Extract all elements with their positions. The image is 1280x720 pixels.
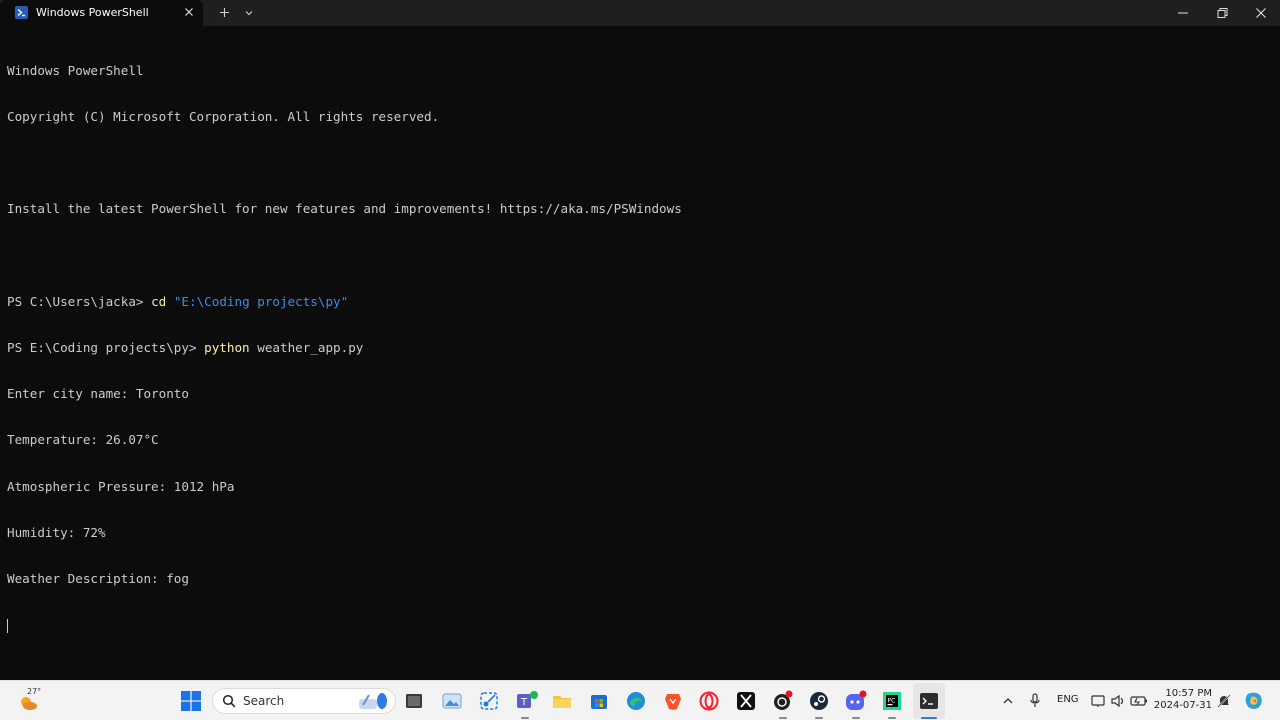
tab-title: Windows PowerShell [36,6,149,19]
edge-browser-icon[interactable] [626,691,646,711]
clock-time: 10:57 PM [1165,688,1212,699]
tab-windows-powershell[interactable]: Windows PowerShell [0,0,203,26]
network-icon[interactable] [1090,693,1106,709]
language-indicator[interactable]: ENG [1057,694,1079,705]
photos-icon[interactable] [442,691,462,711]
microsoft-store-icon[interactable] [589,691,609,711]
running-indicator [521,717,529,719]
output-line: Atmospheric Pressure: 1012 hPa [7,478,235,494]
close-window-icon[interactable] [1253,5,1269,21]
windows-start-icon[interactable] [181,691,201,711]
copilot-icon[interactable] [1243,690,1265,712]
taskbar: 27° Search T PC ENG 10:57 PM 2024-07-31 [0,680,1280,720]
terminal-taskbar-button[interactable] [913,683,945,719]
output-line: Temperature: 26.07°C [7,432,159,448]
clock[interactable]: 10:57 PM 2024-07-31 [1150,688,1212,712]
chatgpt-icon[interactable] [772,690,794,712]
pycharm-icon[interactable]: PC [882,691,902,711]
chevron-up-icon[interactable] [1002,695,1014,707]
steam-icon[interactable] [809,691,829,711]
command-argument: weather_app.py [257,340,364,356]
weather-temperature: 27° [27,687,42,696]
microphone-icon[interactable] [1028,693,1042,709]
file-explorer-icon[interactable] [552,691,572,711]
command-line-1: PS C:\Users\jacka> cd "E:\Coding project… [7,294,682,309]
terminal-app-icon [920,693,938,709]
clock-date: 2024-07-31 [1153,700,1212,711]
output-line: Weather Description: fog [7,571,189,587]
output-line: Humidity: 72% [7,524,106,540]
battery-icon[interactable] [1130,693,1148,709]
restore-icon[interactable] [1214,5,1230,21]
command-argument: "E:\Coding projects\py" [173,293,349,309]
tab-close-icon[interactable] [182,5,196,19]
prompt: PS E:\Coding projects\py> [7,340,205,356]
opera-browser-icon[interactable] [699,691,719,711]
sun-cloud-icon [21,697,37,710]
prompt: PS C:\Users\jacka> [7,293,152,309]
copyright-line: Copyright (C) Microsoft Corporation. All… [7,109,440,125]
command-line-2: PS E:\Coding projects\py> python weather… [7,340,682,355]
taskbar-search[interactable]: Search [212,688,396,714]
active-indicator [921,717,937,719]
weather-widget[interactable]: 27° [14,687,54,715]
teams-icon[interactable]: T [515,690,539,712]
chevron-down-icon[interactable] [242,6,256,20]
command-name: python [204,340,250,356]
running-indicator [888,717,896,719]
svg-text:T: T [520,697,528,708]
powershell-icon [15,6,28,19]
title-bar: Windows PowerShell [0,0,1280,26]
command-name: cd [151,293,167,309]
snipping-tool-icon[interactable] [479,691,499,711]
search-label: Search [243,694,285,708]
output-line: Enter city name: Toronto [7,386,189,402]
x-app-icon[interactable] [736,691,756,711]
search-icon [222,694,236,708]
running-indicator [815,717,823,719]
banner-title: Windows PowerShell [7,62,144,78]
task-view-icon[interactable] [404,691,424,711]
running-indicator [852,717,860,719]
discord-icon[interactable] [845,690,867,712]
running-indicator [779,717,787,719]
search-highlight-icon [359,693,387,709]
brave-browser-icon[interactable] [663,691,683,711]
minimize-icon[interactable] [1175,5,1191,21]
svg-text:PC: PC [888,698,896,705]
volume-icon[interactable] [1110,693,1126,709]
text-cursor [7,618,8,633]
input-line[interactable] [7,617,682,633]
notification-bell-icon[interactable] [1216,693,1232,709]
install-message: Install the latest PowerShell for new fe… [7,201,682,217]
terminal-output[interactable]: Windows PowerShell Copyright (C) Microso… [7,32,682,648]
new-tab-plus-icon[interactable] [217,5,232,20]
